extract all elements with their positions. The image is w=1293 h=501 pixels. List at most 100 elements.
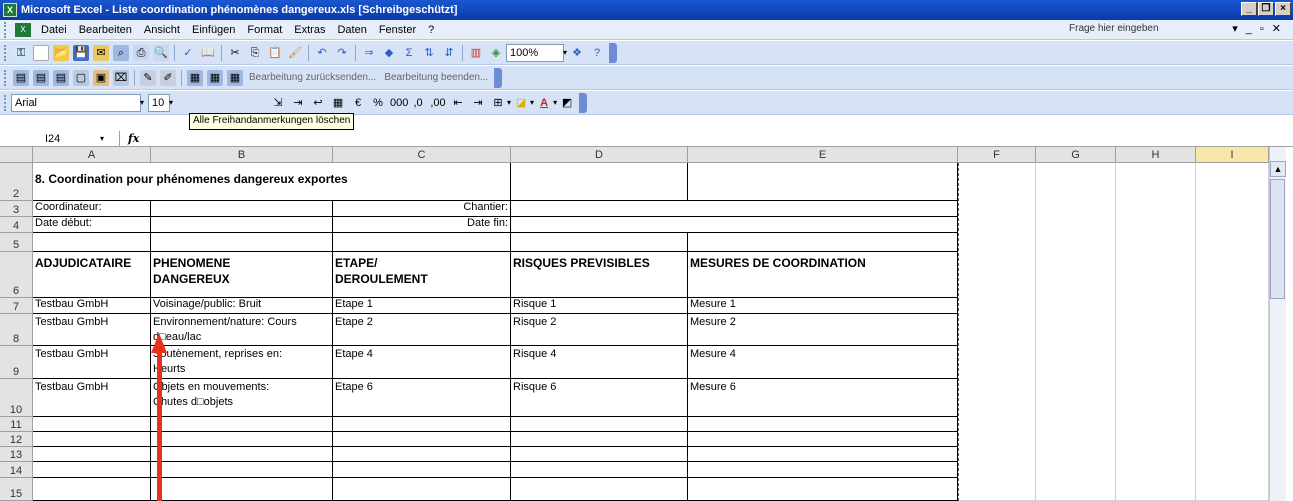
cell-c12[interactable] [333, 432, 511, 447]
toolbar-grip[interactable] [4, 44, 7, 61]
cell-d11[interactable] [511, 417, 688, 432]
back-icon[interactable]: ◆ [381, 45, 397, 61]
restore-button[interactable]: ❐ [1258, 2, 1274, 16]
next-comment-icon[interactable]: ▤ [53, 69, 69, 86]
row-header-9[interactable]: 9 [0, 346, 33, 379]
ink-icon[interactable]: ✎ [140, 69, 156, 86]
scroll-up-icon[interactable]: ▲ [1270, 161, 1286, 177]
sort-ascending-icon[interactable]: ⇅ [421, 45, 437, 61]
research-icon[interactable]: 📖 [200, 45, 216, 61]
cell-a13[interactable] [33, 447, 151, 462]
cell-c9[interactable]: Etape 4 [333, 346, 511, 379]
cell-b3[interactable] [151, 201, 333, 217]
close-button[interactable]: × [1275, 2, 1291, 16]
column-header-i[interactable]: I [1196, 147, 1269, 163]
cell-d12[interactable] [511, 432, 688, 447]
increase-decimal-icon[interactable]: ,0 [410, 95, 426, 111]
hyperlink-icon[interactable]: ⇒ [361, 45, 377, 61]
row-header-14[interactable]: 14 [0, 462, 33, 478]
font-color-icon[interactable]: A [536, 95, 552, 111]
send-icon[interactable]: ▦ [227, 69, 243, 86]
title-bar[interactable]: X Microsoft Excel - Liste coordination p… [0, 0, 1293, 20]
workbook-icon[interactable]: X [15, 22, 31, 37]
cell-b9[interactable]: Soutènement, reprises en: Heurts [151, 346, 333, 379]
merge-cells-icon[interactable]: ⇲ [270, 95, 286, 111]
print-preview-icon[interactable]: 🔍 [153, 44, 169, 61]
cell-c5[interactable] [333, 233, 511, 252]
cell-coordinateur-label[interactable]: Coordinateur: [33, 201, 151, 217]
fill-dropdown-icon[interactable]: ▾ [530, 98, 534, 107]
percent-icon[interactable]: % [370, 95, 386, 111]
borders-dropdown-icon[interactable]: ▾ [507, 98, 511, 107]
cell-d13[interactable] [511, 447, 688, 462]
cell-b5[interactable] [151, 233, 333, 252]
row-header-4[interactable]: 4 [0, 217, 33, 233]
cell-a5[interactable] [33, 233, 151, 252]
cell-e9[interactable]: Mesure 4 [688, 346, 958, 379]
copy-icon[interactable]: ⎘ [247, 45, 263, 61]
cell-a9[interactable]: Testbau GmbH [33, 346, 151, 379]
cell-c8[interactable]: Etape 2 [333, 314, 511, 346]
permission-icon[interactable]: ⚿ [13, 44, 29, 61]
spreadsheet-grid[interactable]: A B C D E F G H I 2 3 4 5 6 7 8 9 10 11 … [0, 147, 1293, 501]
excel-app-icon[interactable]: X [3, 3, 17, 17]
autosum-icon[interactable]: Σ [401, 45, 417, 61]
borders-icon[interactable]: ⊞ [490, 95, 506, 111]
cell-c15[interactable] [333, 478, 511, 501]
cell-c7[interactable]: Etape 1 [333, 298, 511, 314]
cell-b12[interactable] [151, 432, 333, 447]
column-header-e[interactable]: E [688, 147, 958, 163]
increase-indent-icon[interactable]: ⇥ [470, 95, 486, 111]
cell-b8[interactable]: Environnement/nature: Cours d□eau/lac [151, 314, 333, 346]
toolbar-grip[interactable] [4, 69, 7, 86]
row-header-12[interactable]: 12 [0, 432, 33, 447]
cell-date-fin-value[interactable] [511, 217, 958, 233]
column-header-f[interactable]: F [958, 147, 1036, 163]
reply-with-changes-link[interactable]: Bearbeitung zurücksenden... [245, 72, 380, 83]
delete-comment-icon[interactable]: ⌧ [113, 69, 129, 86]
cell-e13[interactable] [688, 447, 958, 462]
cell-b10[interactable]: Objets en mouvements: Chutes d□objets [151, 379, 333, 417]
font-name-select[interactable]: Arial [11, 93, 141, 112]
zoom-select[interactable]: 100% [506, 43, 564, 62]
decrease-indent-icon[interactable]: ⇤ [450, 95, 466, 111]
select-all-corner[interactable] [0, 147, 33, 163]
help-icon[interactable]: ? [589, 45, 605, 61]
cell-d9[interactable]: Risque 4 [511, 346, 688, 379]
undo-icon[interactable]: ↶ [314, 45, 330, 61]
cell-a14[interactable] [33, 462, 151, 478]
track-changes-icon[interactable]: ▦ [187, 69, 203, 86]
cell-chantier-label[interactable]: Chantier: [333, 201, 511, 217]
cell-b11[interactable] [151, 417, 333, 432]
header-adjudicataire[interactable]: ADJUDICATAIRE [33, 252, 151, 298]
cell-b4[interactable] [151, 217, 333, 233]
show-comment-icon[interactable]: ▢ [73, 69, 89, 86]
share-icon[interactable]: ❖ [569, 45, 585, 61]
cell-a15[interactable] [33, 478, 151, 501]
cell-c11[interactable] [333, 417, 511, 432]
row-header-2[interactable]: 2 [0, 163, 33, 201]
header-risques[interactable]: RISQUES PREVISIBLES [511, 252, 688, 298]
cell-date-debut-label[interactable]: Date début: [33, 217, 151, 233]
menu-help[interactable]: ? [422, 24, 440, 36]
save-icon[interactable]: 💾 [73, 44, 89, 61]
header-mesures[interactable]: MESURES DE COORDINATION [688, 252, 958, 298]
thousands-icon[interactable]: 000 [390, 95, 408, 111]
decrease-decimal-icon[interactable]: ,00 [430, 95, 446, 111]
cell-a12[interactable] [33, 432, 151, 447]
zoom-dropdown-icon[interactable]: ▾ [563, 48, 567, 57]
spelling-icon[interactable]: ✓ [180, 45, 196, 61]
column-header-g[interactable]: G [1036, 147, 1116, 163]
paste-icon[interactable]: 📋 [267, 45, 283, 61]
header-phenomene[interactable]: PHENOMENE DANGEREUX [151, 252, 333, 298]
menu-ansicht[interactable]: Ansicht [138, 24, 186, 36]
cell-e15[interactable] [688, 478, 958, 501]
format-painter-icon[interactable]: 🖌 [287, 45, 303, 61]
cell-e11[interactable] [688, 417, 958, 432]
cell-a11[interactable] [33, 417, 151, 432]
menu-format[interactable]: Format [241, 24, 288, 36]
menu-extras[interactable]: Extras [288, 24, 331, 36]
update-file-icon[interactable]: ▦ [207, 69, 223, 86]
cell-e14[interactable] [688, 462, 958, 478]
cell-d15[interactable] [511, 478, 688, 501]
